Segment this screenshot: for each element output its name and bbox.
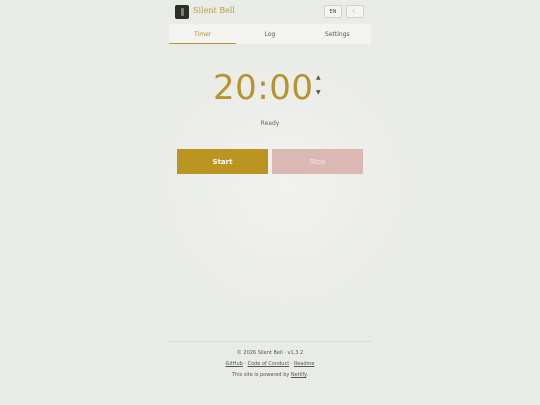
powered-suffix: . (306, 372, 308, 378)
code-of-conduct-link[interactable]: Code of Conduct (248, 361, 290, 367)
github-link[interactable]: GitHub (226, 361, 243, 367)
footer-divider (169, 341, 371, 342)
tab-log[interactable]: Log (236, 24, 303, 44)
footer-copyright: © 2026 Silent Bell · v1.3.2 (236, 350, 304, 356)
bell-logo-icon (175, 5, 189, 19)
stop-button[interactable]: Stop (272, 149, 363, 174)
status-text: Ready (260, 120, 280, 127)
tab-timer[interactable]: Timer (169, 24, 237, 44)
increment-arrow-icon[interactable]: ▲ (316, 74, 321, 81)
tab-settings[interactable]: Settings (304, 24, 371, 44)
readme-link[interactable]: Readme (294, 361, 315, 367)
language-button[interactable]: EN (324, 5, 342, 18)
footer-powered: This site is powered by Netlify. (169, 372, 371, 378)
app-container: Silent Bell EN ☾ Timer Log Settings 20:0… (169, 0, 371, 405)
header: Silent Bell EN ☾ (169, 0, 371, 24)
start-button[interactable]: Start (177, 149, 268, 174)
netlify-link[interactable]: Netlify (291, 372, 306, 378)
footer-links: GitHub · Code of Conduct · Readme (169, 361, 371, 367)
decrement-arrow-icon[interactable]: ▼ (316, 89, 321, 96)
powered-prefix: This site is powered by (232, 372, 291, 378)
theme-toggle-button[interactable]: ☾ (346, 5, 364, 18)
moon-icon: ☾ (352, 8, 358, 15)
tab-bar: Timer Log Settings (169, 24, 371, 44)
timer-display: 20:00 (213, 68, 314, 108)
app-title: Silent Bell (193, 6, 235, 15)
